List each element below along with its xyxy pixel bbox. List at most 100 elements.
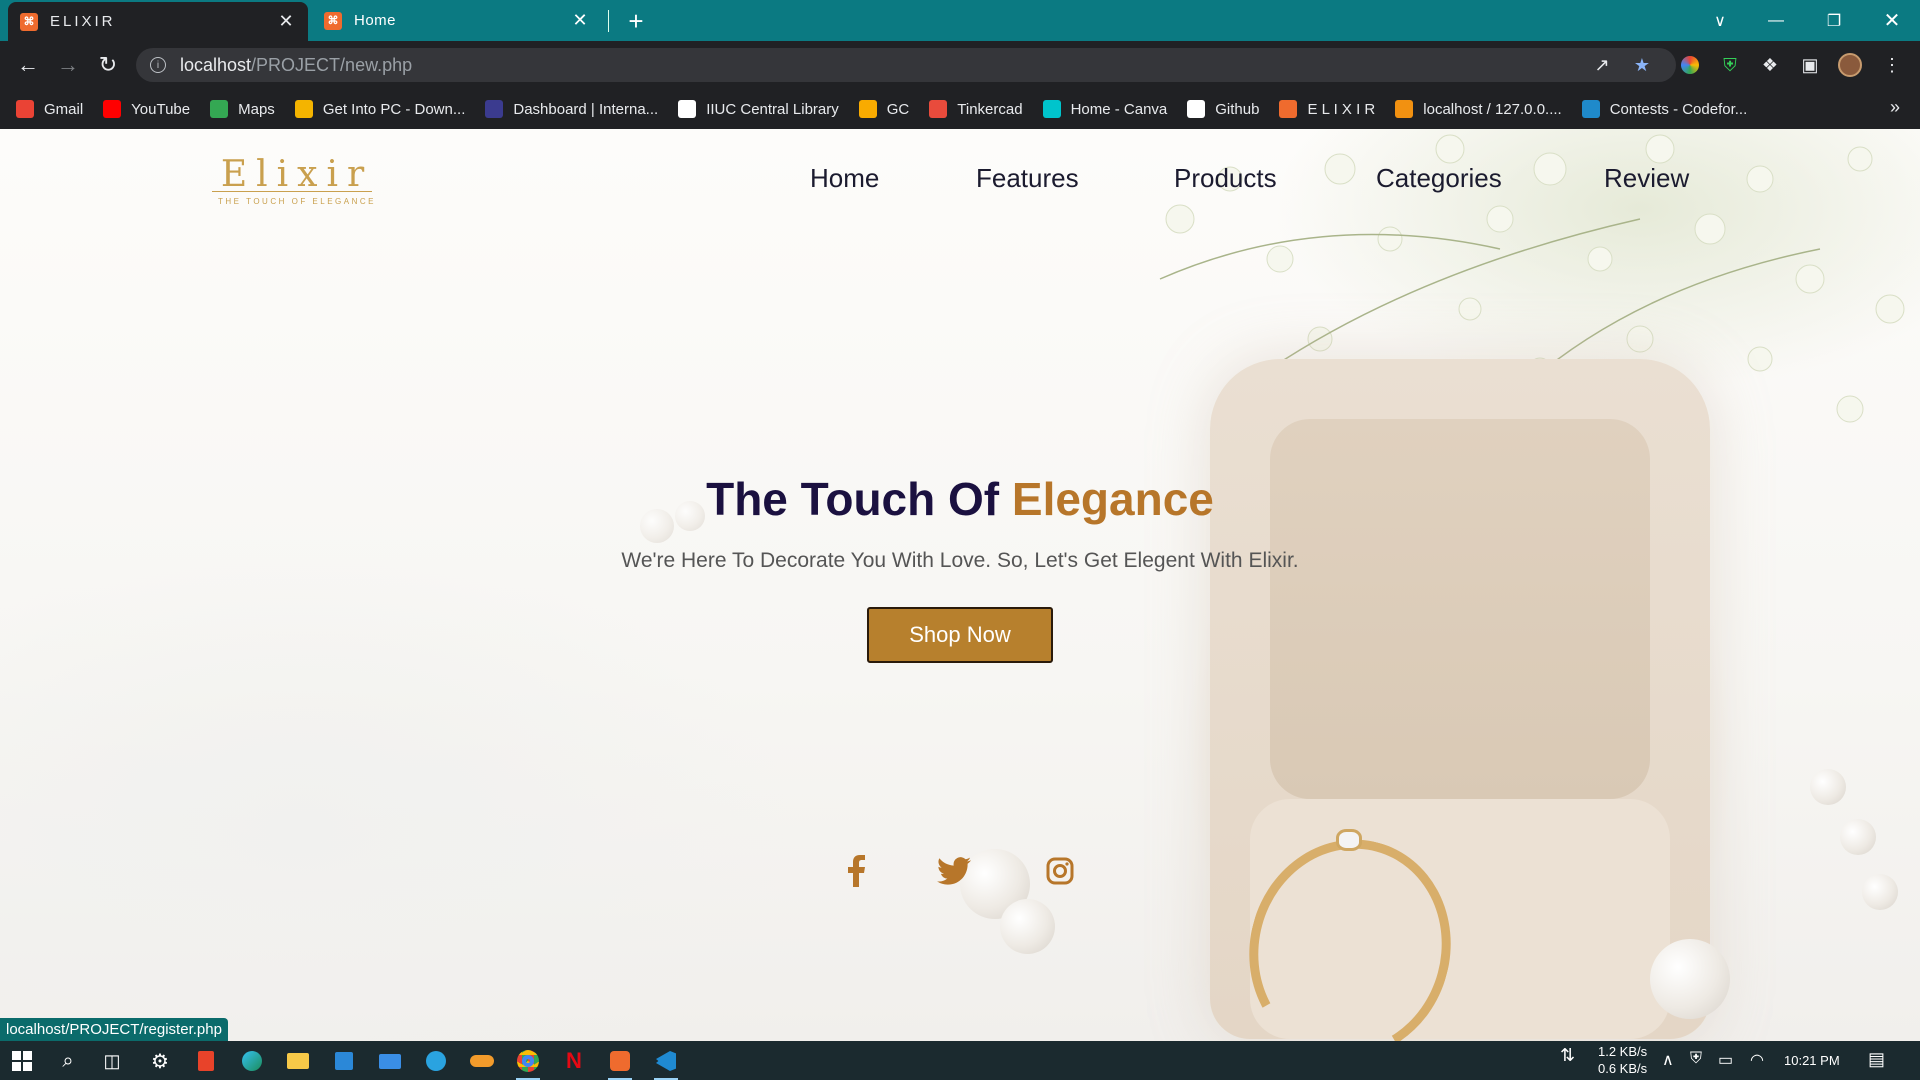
share-icon[interactable]: ↗ <box>1590 53 1614 77</box>
bookmark-item[interactable]: YouTube <box>103 100 190 118</box>
tab-title: Home <box>354 12 397 29</box>
close-tab-icon[interactable]: ✕ <box>570 10 590 31</box>
mail-icon[interactable] <box>374 1045 406 1077</box>
extensions-puzzle-icon[interactable]: ❖ <box>1758 53 1782 77</box>
windows-taskbar: ⌕ ◫ ⚙ N ⇅ 1.2 KB/s 0.6 KB/s ∧ ⛨ ▭ ◠ 10:2… <box>0 1041 1920 1080</box>
bookmark-label: Contests - Codefor... <box>1609 100 1748 118</box>
tinkercad-icon <box>929 100 948 118</box>
defender-shield-icon[interactable]: ⛨ <box>1690 1050 1702 1068</box>
logo-tagline: THE TOUCH OF ELEGANCE <box>218 197 376 206</box>
hero-subtitle: We're Here To Decorate You With Love. So… <box>621 549 1299 572</box>
bookmark-item[interactable]: Home - Canva <box>1042 100 1168 118</box>
vscode-icon[interactable] <box>650 1045 682 1080</box>
bookmark-label: Github <box>1215 100 1260 118</box>
university-icon <box>485 100 504 118</box>
tab-elixir[interactable]: ⌘ ELIXIR ✕ <box>8 2 308 41</box>
net-download-speed: 1.2 KB/s <box>1598 1044 1648 1059</box>
nav-review[interactable]: Review <box>1604 163 1689 194</box>
codeforces-icon <box>1581 100 1600 118</box>
bookmark-label: Home - Canva <box>1070 100 1168 118</box>
new-tab-button[interactable]: + <box>622 6 650 37</box>
close-window-button[interactable]: ✕ <box>1864 0 1920 41</box>
bookmark-item[interactable]: Tinkercad <box>929 100 1023 118</box>
nav-products[interactable]: Products <box>1174 163 1277 194</box>
pearl-decoration <box>1810 769 1846 805</box>
hero-title: The Touch Of Elegance <box>0 472 1920 526</box>
settings-gear-icon[interactable]: ⚙ <box>144 1045 176 1077</box>
bookmarks-overflow-icon[interactable]: » <box>1890 97 1900 118</box>
maps-icon <box>210 100 229 118</box>
pearl-decoration <box>1650 939 1730 1019</box>
classroom-icon <box>858 100 877 118</box>
bookmark-label: Dashboard | Interna... <box>513 100 659 118</box>
windows-start-icon[interactable] <box>6 1045 38 1077</box>
wifi-icon[interactable]: ◠ <box>1750 1050 1764 1070</box>
nav-categories[interactable]: Categories <box>1376 163 1502 194</box>
side-panel-icon[interactable]: ▣ <box>1798 53 1822 77</box>
bookmark-label: localhost / 127.0.0.... <box>1423 100 1562 118</box>
back-icon[interactable]: ← <box>14 51 42 79</box>
tab-home[interactable]: ⌘ Home ✕ <box>312 0 602 41</box>
search-icon[interactable]: ⌕ <box>52 1045 84 1077</box>
edge-icon[interactable] <box>236 1045 268 1077</box>
menu-kebab-icon[interactable]: ⋮ <box>1880 53 1904 77</box>
bookmark-item[interactable]: Github <box>1187 100 1259 118</box>
xampp-icon: ⌘ <box>324 11 342 30</box>
browser-tab-strip: ⌘ ELIXIR ✕ ⌘ Home ✕ + ∨ — ❐ ✕ <box>0 0 1920 41</box>
instagram-icon[interactable] <box>1042 853 1078 889</box>
network-speed-icon: ⇅ <box>1560 1045 1576 1065</box>
extension-colorful-icon[interactable] <box>1678 53 1702 77</box>
nav-home[interactable]: Home <box>810 163 879 194</box>
url-path: /PROJECT/new.php <box>251 54 413 75</box>
nav-features[interactable]: Features <box>976 163 1079 194</box>
telegram-icon[interactable] <box>420 1045 452 1077</box>
restore-button[interactable]: ❐ <box>1806 0 1862 41</box>
site-logo[interactable]: Elixir THE TOUCH OF ELEGANCE <box>212 154 382 214</box>
forward-icon[interactable]: → <box>54 51 82 79</box>
tab-search-icon[interactable]: ∨ <box>1692 0 1748 41</box>
bookmark-label: GC <box>886 100 910 118</box>
reload-icon[interactable]: ↻ <box>94 51 122 79</box>
bookmark-item[interactable]: Gmail <box>16 100 83 118</box>
shop-now-button[interactable]: Shop Now <box>867 607 1053 663</box>
chrome-icon[interactable] <box>512 1045 544 1080</box>
bookmark-item[interactable]: Get Into PC - Down... <box>294 100 465 118</box>
bookmark-item[interactable]: Contests - Codefor... <box>1581 100 1748 118</box>
diamond-image <box>1336 829 1362 851</box>
hero-title-main: The Touch Of <box>706 473 1012 525</box>
facebook-icon[interactable] <box>838 853 874 889</box>
bookmark-item[interactable]: localhost / 127.0.0.... <box>1395 100 1562 118</box>
bookmark-item[interactable]: IIUC Central Library <box>678 100 839 118</box>
pearl-decoration <box>1862 874 1898 910</box>
library-icon <box>678 100 697 118</box>
bookmark-item[interactable]: Maps <box>210 100 275 118</box>
task-view-icon[interactable]: ◫ <box>96 1045 128 1077</box>
office-icon[interactable] <box>190 1045 222 1077</box>
store-icon[interactable] <box>328 1045 360 1077</box>
browser-toolbar: ← → ↻ i localhost/PROJECT/new.php ↗ ★ ⛨ … <box>0 41 1920 89</box>
close-tab-icon[interactable]: ✕ <box>276 11 296 32</box>
site-info-icon[interactable]: i <box>150 57 166 73</box>
bookmark-item[interactable]: E L I X I R <box>1279 100 1375 118</box>
profile-avatar[interactable] <box>1838 53 1862 77</box>
twitter-icon[interactable] <box>936 853 972 889</box>
onedrive-icon[interactable] <box>466 1045 498 1077</box>
bookmark-item[interactable]: Dashboard | Interna... <box>485 100 658 118</box>
file-explorer-icon[interactable] <box>282 1045 314 1077</box>
battery-icon[interactable]: ▭ <box>1718 1050 1733 1070</box>
logo-brand: Elixir <box>220 154 374 195</box>
bookmark-label: E L I X I R <box>1307 100 1376 118</box>
xampp-taskbar-icon[interactable] <box>604 1045 636 1080</box>
bookmark-star-icon[interactable]: ★ <box>1630 53 1654 77</box>
notifications-icon[interactable]: ▤ <box>1868 1049 1885 1070</box>
netflix-icon[interactable]: N <box>558 1045 590 1077</box>
show-hidden-icons[interactable]: ∧ <box>1662 1050 1674 1070</box>
github-icon <box>1187 100 1206 118</box>
address-bar[interactable]: i localhost/PROJECT/new.php <box>136 48 1676 82</box>
shield-extension-icon[interactable]: ⛨ <box>1718 53 1742 77</box>
bookmark-item[interactable]: GC <box>858 100 910 118</box>
minimize-button[interactable]: — <box>1748 0 1804 41</box>
clock[interactable]: 10:21 PM <box>1784 1053 1840 1068</box>
bookmark-label: Maps <box>238 100 275 118</box>
pearl-decoration <box>1000 899 1055 954</box>
